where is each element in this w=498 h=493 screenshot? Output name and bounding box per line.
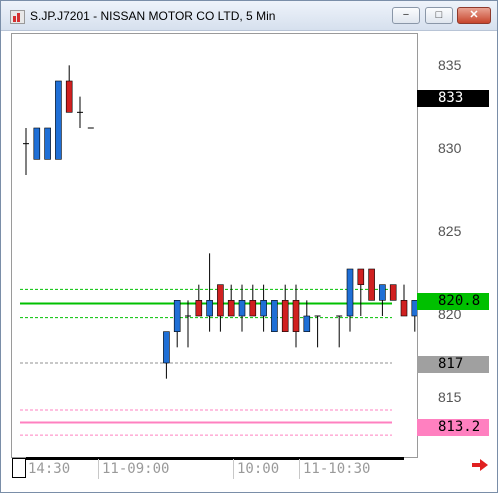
candle-body bbox=[346, 268, 354, 317]
last-price-badge: 833 bbox=[417, 90, 489, 107]
candle-body bbox=[195, 300, 203, 317]
ma-price-badge: 820.8 bbox=[417, 293, 489, 310]
time-label: 11-09:00 bbox=[102, 461, 170, 477]
candle-body bbox=[400, 300, 408, 317]
price-tick-815: 815 bbox=[438, 389, 462, 405]
close-icon: ✕ bbox=[469, 9, 479, 21]
candle-body bbox=[238, 300, 246, 317]
candle-body bbox=[206, 300, 213, 317]
candle-body bbox=[357, 268, 365, 285]
window-title: S.JP.J7201 - NISSAN MOTOR CO LTD, 5 Min bbox=[30, 9, 276, 23]
restore-button[interactable]: □ bbox=[425, 7, 453, 24]
candle-body bbox=[379, 284, 386, 301]
minimize-button[interactable]: − bbox=[392, 7, 420, 24]
chart-window: S.JP.J7201 - NISSAN MOTOR CO LTD, 5 Min … bbox=[0, 0, 498, 493]
candle-body bbox=[217, 284, 224, 317]
candle-body bbox=[227, 300, 235, 317]
scroll-right-arrow-icon[interactable] bbox=[471, 457, 489, 473]
candle-body bbox=[44, 127, 51, 160]
time-label: 14:30 bbox=[28, 461, 71, 477]
time-separator bbox=[98, 459, 99, 479]
time-axis: 14:30 11-09:00 10:00 11-10:30 bbox=[11, 457, 404, 480]
candle-body bbox=[303, 315, 311, 332]
candle-body bbox=[368, 268, 375, 301]
candle-body bbox=[281, 300, 289, 332]
candlestick-chart bbox=[20, 65, 417, 436]
candle-body bbox=[55, 80, 62, 160]
level-price-badge: 817 bbox=[417, 356, 489, 373]
restore-icon: □ bbox=[435, 9, 443, 21]
candle-body bbox=[65, 80, 73, 113]
price-tick-830: 830 bbox=[438, 140, 462, 156]
title-bar[interactable]: S.JP.J7201 - NISSAN MOTOR CO LTD, 5 Min … bbox=[1, 1, 497, 31]
candle-body bbox=[163, 331, 170, 364]
price-tick-835: 835 bbox=[438, 57, 462, 73]
price-tick-825: 825 bbox=[438, 223, 462, 239]
minimize-icon: − bbox=[402, 9, 410, 21]
time-separator bbox=[233, 459, 234, 479]
candle-body bbox=[173, 300, 181, 332]
candle-body bbox=[33, 127, 41, 160]
candle-body bbox=[260, 300, 267, 317]
candle-body bbox=[389, 284, 397, 301]
candle-body bbox=[249, 300, 257, 317]
close-button[interactable]: ✕ bbox=[457, 7, 491, 24]
chart-plot-area[interactable] bbox=[11, 33, 418, 458]
band-price-badge: 813.2 bbox=[417, 419, 489, 436]
chart-app-icon bbox=[10, 10, 25, 24]
candle-body bbox=[271, 300, 278, 332]
candle-body bbox=[292, 300, 300, 332]
time-label: 10:00 bbox=[237, 461, 280, 477]
time-label: 11-10:30 bbox=[303, 461, 371, 477]
time-separator bbox=[299, 459, 300, 479]
